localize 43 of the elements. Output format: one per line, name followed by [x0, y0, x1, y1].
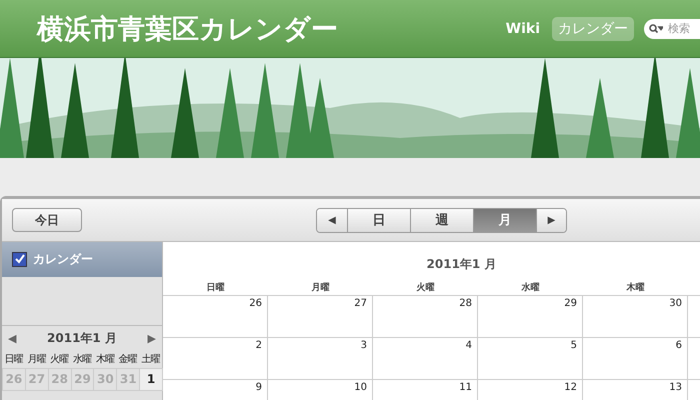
- weekday-header: 月曜: [310, 282, 330, 295]
- day-cell[interactable]: 10: [268, 379, 373, 400]
- next-month-button[interactable]: ▶: [148, 332, 156, 344]
- calendar-name: カレンダー: [33, 251, 93, 268]
- weekday-header: 火曜: [415, 281, 436, 295]
- day-cell[interactable]: 9: [163, 379, 268, 400]
- weekday-label: 木曜: [94, 352, 116, 367]
- day-cell[interactable]: 3: [268, 337, 373, 379]
- day-cell[interactable]: 6: [583, 337, 688, 379]
- day-cell[interactable]: 29: [478, 295, 583, 337]
- day-cell[interactable]: 28: [373, 295, 478, 337]
- search-field[interactable]: 検索: [644, 18, 700, 38]
- weekday-header: 木曜: [625, 281, 646, 295]
- weekday-label: 月曜: [26, 353, 47, 367]
- day-cell[interactable]: 30: [583, 295, 688, 337]
- today-button[interactable]: 今日: [12, 208, 82, 232]
- view-tab[interactable]: 月: [473, 208, 536, 232]
- day-cell[interactable]: 27: [268, 295, 373, 337]
- weekday-label: 火曜: [49, 352, 70, 367]
- view-tab[interactable]: 日: [347, 208, 410, 232]
- next-button[interactable]: ▶: [536, 208, 566, 232]
- day-cell[interactable]: 11: [373, 379, 478, 400]
- check-icon: [14, 254, 25, 265]
- day-cell[interactable]: 5: [478, 337, 583, 379]
- weekday-label: 土曜: [140, 352, 161, 367]
- day-cell[interactable]: 13: [583, 379, 688, 400]
- previous-button[interactable]: ◀: [317, 208, 347, 232]
- view-tab[interactable]: 週: [410, 208, 473, 232]
- weekday-header: 水曜: [520, 281, 540, 295]
- site-title: 横浜市青葉区カレンダー: [37, 12, 339, 46]
- day-cell[interactable]: 12: [478, 379, 583, 400]
- day-cell[interactable]: 26: [163, 295, 268, 337]
- previous-month-button[interactable]: ◀: [8, 332, 16, 344]
- weekday-label: 金曜: [118, 353, 138, 367]
- day-cell[interactable]: 2: [163, 337, 268, 379]
- month-title: 2011年1 月: [426, 256, 498, 273]
- checkbox[interactable]: [12, 252, 27, 267]
- weekday-label: 日曜: [3, 353, 24, 367]
- mini-calendar-title: 2011年1 月: [47, 330, 117, 346]
- weekday-header: 日曜: [206, 282, 226, 295]
- weekday-label: 水曜: [72, 352, 92, 367]
- day-cell[interactable]: 4: [373, 337, 478, 379]
- mini-calendar-day[interactable]: 1: [139, 368, 163, 391]
